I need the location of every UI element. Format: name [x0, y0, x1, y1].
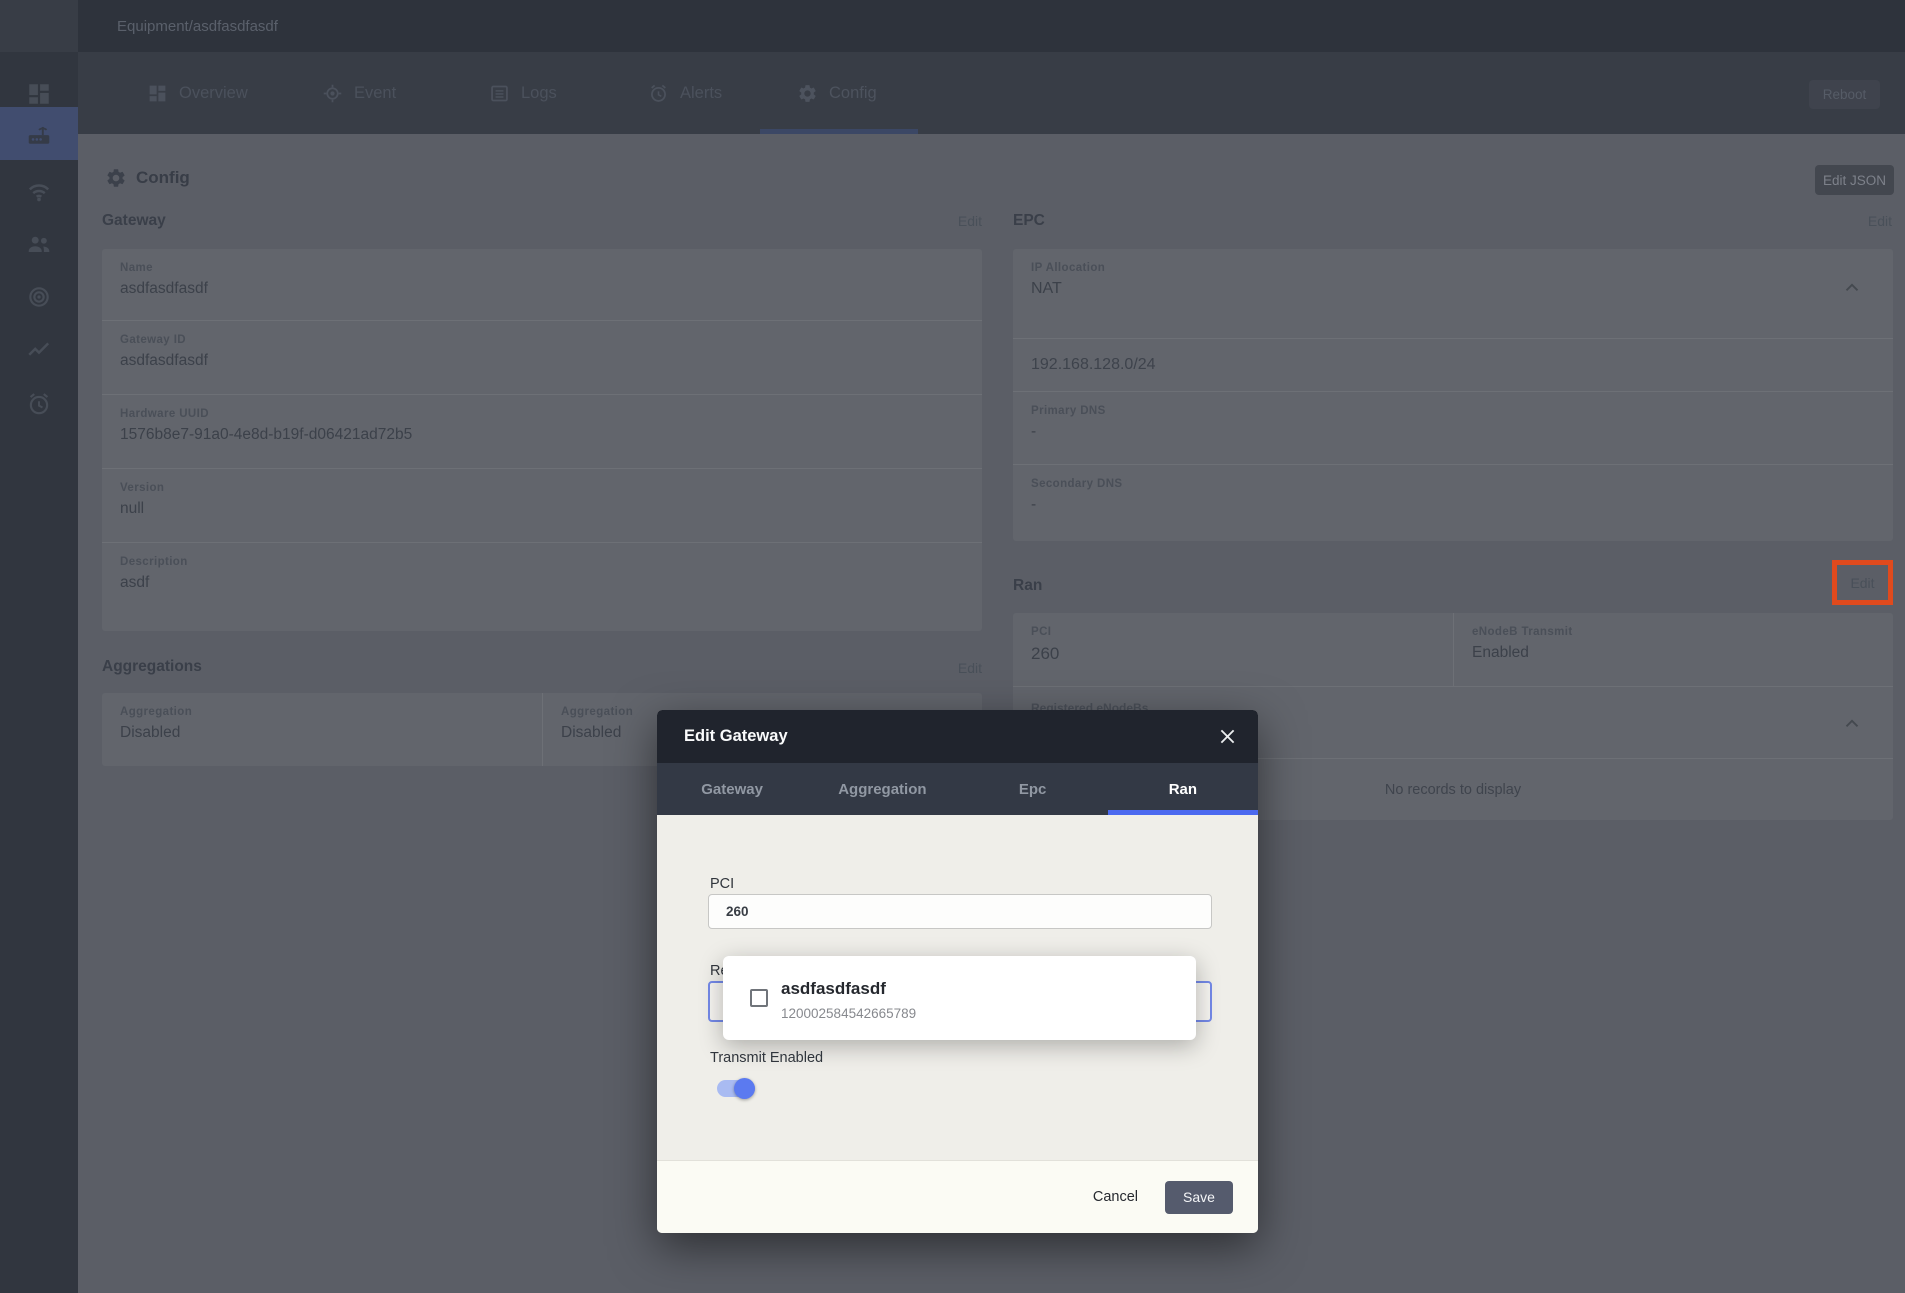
- page-title: Config: [136, 168, 190, 188]
- sidebar-item-equipment[interactable]: [0, 107, 78, 160]
- router-icon: [26, 121, 52, 147]
- tab-label: Event: [354, 84, 396, 103]
- ran-cell-pci: PCI 260: [1013, 613, 1453, 686]
- epc-card: IP Allocation NAT 192.168.128.0/24 Prima…: [1013, 249, 1893, 541]
- ran-edit-link[interactable]: Edit: [1850, 575, 1874, 591]
- tab-label: Overview: [179, 84, 248, 103]
- cancel-button[interactable]: Cancel: [1093, 1189, 1138, 1205]
- reboot-button[interactable]: Reboot: [1809, 80, 1880, 109]
- modal-header: Edit Gateway: [657, 710, 1258, 763]
- modal-tab-ran[interactable]: Ran: [1108, 763, 1258, 815]
- pci-label: PCI: [710, 876, 734, 892]
- sidebar-item-subscribers[interactable]: [0, 217, 78, 270]
- ran-section-title: Ran: [1013, 577, 1042, 595]
- tab-bar: Overview Event Logs Alerts Config Reboot: [78, 52, 1905, 134]
- sidebar-item-alarms[interactable]: [0, 377, 78, 430]
- sidebar-item-tracing[interactable]: [0, 270, 78, 323]
- epc-row-subnet: 192.168.128.0/24: [1013, 338, 1893, 391]
- gateway-edit-link[interactable]: Edit: [958, 213, 982, 229]
- enodeb-dropdown-menu: asdfasdfasdf 120002584542665789: [723, 956, 1196, 1040]
- collapse-toggle[interactable]: [1841, 277, 1863, 304]
- collapse-toggle[interactable]: [1841, 713, 1863, 740]
- breadcrumb: Equipment/asdfasdfasdf: [117, 18, 278, 35]
- epc-section-title: EPC: [1013, 212, 1045, 230]
- epc-row-secondary-dns: Secondary DNS -: [1013, 464, 1893, 541]
- chevron-up-icon: [1841, 277, 1863, 299]
- tab-logs[interactable]: Logs: [489, 52, 557, 134]
- target-icon: [322, 83, 343, 104]
- wifi-icon: [26, 178, 52, 204]
- gear-icon: [797, 83, 818, 104]
- save-button[interactable]: Save: [1165, 1181, 1233, 1214]
- tab-label: Logs: [521, 84, 557, 103]
- gateway-row-name: Name asdfasdfasdf: [102, 249, 982, 320]
- tab-label: Alerts: [680, 84, 722, 103]
- page-title-row: Config: [105, 167, 190, 189]
- sidebar-logo-area: [0, 0, 78, 52]
- top-bar: Equipment/asdfasdfasdf: [78, 0, 1905, 52]
- modal-tab-bar: Gateway Aggregation Epc Ran: [657, 763, 1258, 815]
- aggregations-edit-link[interactable]: Edit: [958, 660, 982, 676]
- enodeb-option-title[interactable]: asdfasdfasdf: [781, 979, 886, 999]
- tab-label: Config: [829, 84, 877, 103]
- app-root: Equipment/asdfasdfasdf Overview Event Lo…: [0, 0, 1905, 1293]
- gateway-row-version: Version null: [102, 468, 982, 542]
- gateway-row-description: Description asdf: [102, 542, 982, 631]
- epc-row-primary-dns: Primary DNS -: [1013, 391, 1893, 464]
- gateway-card: Name asdfasdfasdf Gateway ID asdfasdfasd…: [102, 249, 982, 631]
- modal-tab-gateway[interactable]: Gateway: [657, 763, 807, 815]
- modal-tab-epc[interactable]: Epc: [958, 763, 1108, 815]
- edit-json-button[interactable]: Edit JSON: [1815, 165, 1894, 195]
- pci-input[interactable]: [708, 894, 1212, 929]
- chart-icon: [26, 338, 52, 364]
- tab-event[interactable]: Event: [322, 52, 396, 134]
- list-icon: [489, 83, 510, 104]
- modal-active-tab-indicator: [1108, 810, 1258, 815]
- tab-overview[interactable]: Overview: [147, 52, 248, 134]
- aggregation-cell: Aggregation Disabled: [102, 693, 542, 766]
- epc-row-ip-allocation: IP Allocation NAT: [1013, 249, 1893, 338]
- edit-gateway-modal: Edit Gateway Gateway Aggregation Epc Ran…: [657, 710, 1258, 1233]
- alarm-icon: [648, 83, 669, 104]
- sidebar-item-network[interactable]: [0, 164, 78, 217]
- tab-config[interactable]: Config: [797, 52, 877, 134]
- radar-icon: [26, 284, 52, 310]
- epc-edit-link[interactable]: Edit: [1868, 213, 1892, 229]
- gateway-row-uuid: Hardware UUID 1576b8e7-91a0-4e8d-b19f-d0…: [102, 394, 982, 468]
- sidebar: [0, 0, 78, 1293]
- ran-cell-transmit: eNodeB Transmit Enabled: [1453, 613, 1893, 686]
- toggle-knob: [734, 1078, 755, 1099]
- transmit-enabled-label: Transmit Enabled: [710, 1050, 823, 1066]
- enodeb-option-checkbox[interactable]: [750, 989, 768, 1007]
- dashboard-icon: [26, 81, 52, 107]
- people-icon: [26, 231, 52, 257]
- tab-alerts[interactable]: Alerts: [648, 52, 722, 134]
- modal-footer: Cancel Save: [657, 1160, 1258, 1233]
- gear-icon: [105, 167, 127, 189]
- modal-tab-aggregation[interactable]: Aggregation: [807, 763, 957, 815]
- modal-title: Edit Gateway: [684, 727, 788, 746]
- ran-card: PCI 260 eNodeB Transmit Enabled: [1013, 613, 1893, 686]
- transmit-enabled-toggle[interactable]: [717, 1080, 755, 1097]
- sidebar-item-metrics[interactable]: [0, 324, 78, 377]
- gateway-section-title: Gateway: [102, 212, 166, 230]
- no-records-text: No records to display: [1385, 782, 1521, 798]
- alarm-icon: [26, 391, 52, 417]
- grid-icon: [147, 83, 168, 104]
- chevron-up-icon: [1841, 713, 1863, 735]
- active-tab-indicator: [760, 129, 918, 134]
- annotation-highlight: Edit: [1832, 560, 1893, 605]
- gateway-row-id: Gateway ID asdfasdfasdf: [102, 320, 982, 394]
- aggregations-section-title: Aggregations: [102, 658, 202, 676]
- enodeb-option-id: 120002584542665789: [781, 1006, 916, 1021]
- close-icon[interactable]: [1217, 726, 1238, 747]
